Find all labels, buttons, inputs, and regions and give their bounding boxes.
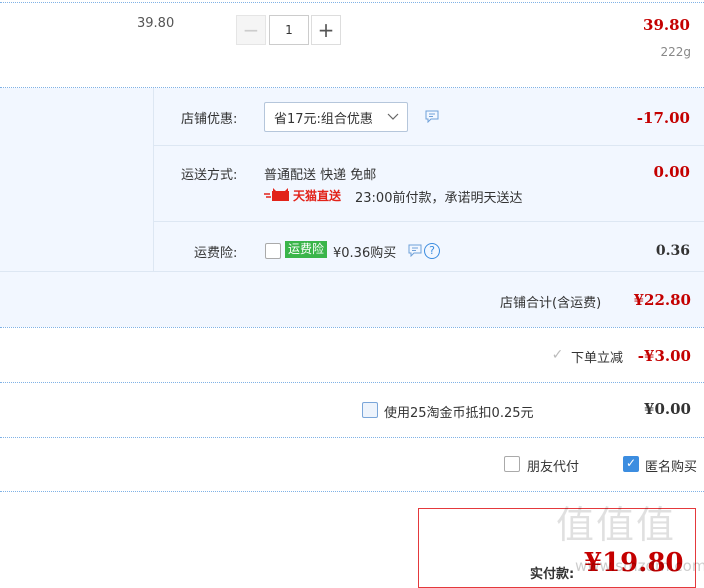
row-divider — [0, 382, 704, 383]
insurance-label: 运费险: — [194, 246, 238, 261]
top-divider — [0, 2, 704, 3]
quantity-value: 1 — [285, 23, 293, 37]
minus-icon: − — [242, 18, 260, 42]
taobao-coins-label: 使用25淘金币抵扣0.25元 — [384, 406, 534, 421]
qty-minus-button[interactable]: − — [236, 15, 266, 45]
plus-icon: + — [317, 18, 335, 42]
friend-pay-label: 朋友代付 — [527, 460, 580, 475]
unit-price: 39.80 — [137, 16, 175, 31]
shop-total-amount: ¥22.80 — [633, 291, 691, 309]
quantity-input[interactable]: 1 — [269, 15, 309, 45]
insurance-checkbox[interactable] — [265, 243, 281, 259]
anonymous-checkbox[interactable]: ✓ — [623, 456, 639, 472]
shipping-amount: 0.00 — [653, 163, 690, 181]
pay-label: 实付款: — [530, 567, 575, 582]
shipping-label: 运送方式: — [181, 168, 238, 183]
shop-discount-select[interactable]: 省17元:组合优惠 — [264, 102, 408, 132]
taobao-coins-amount: ¥0.00 — [644, 400, 691, 418]
instant-discount-label: 下单立减 — [571, 351, 624, 366]
shipping-method: 普通配送 快递 免邮 — [264, 168, 377, 183]
item-subtotal: 39.80 — [643, 16, 690, 34]
instant-discount-checkbox: ✓ — [551, 347, 564, 363]
shop-row-divider — [154, 221, 704, 222]
help-icon[interactable]: ? — [424, 243, 440, 259]
row-divider — [0, 491, 704, 492]
watermark-logo: 值值值 — [556, 503, 677, 547]
shipping-promise: 23:00前付款，承诺明天送达 — [355, 191, 523, 206]
shop-discount-label: 店铺优惠: — [181, 112, 238, 127]
shop-discount-select-value: 省17元:组合优惠 — [274, 111, 373, 127]
instant-discount-amount: -¥3.00 — [637, 347, 691, 365]
row-divider — [0, 437, 704, 438]
shop-bottom-divider — [0, 327, 704, 328]
anonymous-label: 匿名购买 — [645, 460, 698, 475]
friend-pay-checkbox[interactable] — [504, 456, 520, 472]
shop-discount-amount: -17.00 — [636, 109, 690, 127]
insurance-badge: 运费险 — [285, 241, 328, 258]
message-icon[interactable] — [408, 244, 422, 257]
taobao-coins-checkbox[interactable] — [362, 402, 378, 418]
shop-total-label: 店铺合计(含运费) — [500, 296, 602, 311]
shop-row-divider — [154, 145, 704, 146]
message-icon[interactable] — [425, 110, 439, 123]
item-weight: 222g — [660, 45, 691, 59]
insurance-price: ¥0.36购买 — [333, 246, 397, 261]
tmall-logo-icon — [264, 188, 289, 201]
insurance-amount: 0.36 — [655, 243, 690, 259]
chevron-down-icon — [387, 113, 399, 120]
tmall-direct-label: 天猫直送 — [293, 189, 342, 203]
watermark-site: www.smzdm.com — [575, 557, 704, 575]
help-glyph: ? — [429, 244, 435, 257]
qty-plus-button[interactable]: + — [311, 15, 341, 45]
shop-total-divider — [0, 271, 704, 272]
